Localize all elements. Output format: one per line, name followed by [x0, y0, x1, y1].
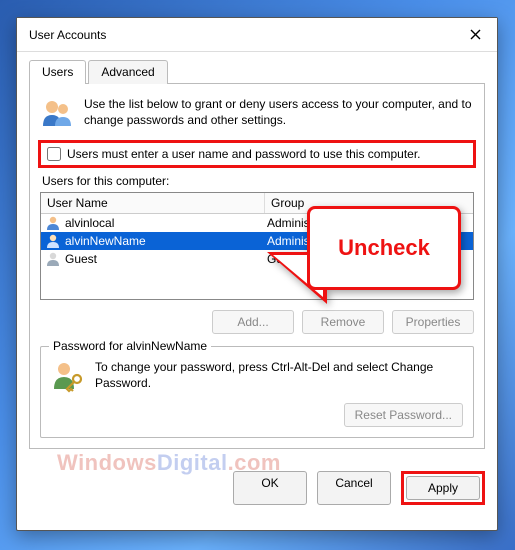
user-name: alvinlocal: [65, 216, 114, 230]
close-icon: [470, 29, 481, 40]
callout-text: Uncheck: [338, 235, 430, 261]
user-name: Guest: [65, 252, 97, 266]
ok-button[interactable]: OK: [233, 471, 307, 505]
users-list-label: Users for this computer:: [42, 174, 474, 188]
cancel-button[interactable]: Cancel: [317, 471, 391, 505]
password-group-legend: Password for alvinNewName: [49, 339, 211, 353]
user-icon: [45, 215, 61, 231]
users-icon: [40, 96, 74, 130]
user-icon: [45, 233, 61, 249]
user-icon: [45, 251, 61, 267]
user-key-icon: [51, 359, 85, 393]
password-groupbox: Password for alvinNewName To change your…: [40, 346, 474, 438]
must-enter-password-row: Users must enter a user name and passwor…: [38, 140, 476, 168]
user-accounts-dialog: User Accounts Users Advanced Use the lis…: [16, 17, 498, 531]
reset-password-button: Reset Password...: [344, 403, 463, 427]
apply-highlight: Apply: [401, 471, 485, 505]
tab-strip: Users Advanced: [29, 60, 485, 84]
column-header-username[interactable]: User Name: [41, 193, 265, 213]
dialog-button-row: OK Cancel Apply: [17, 461, 497, 517]
user-name: alvinNewName: [65, 234, 146, 248]
tab-advanced[interactable]: Advanced: [88, 60, 167, 84]
window-title: User Accounts: [29, 28, 106, 42]
apply-button[interactable]: Apply: [406, 476, 480, 500]
password-help-text: To change your password, press Ctrl-Alt-…: [95, 359, 463, 391]
tab-users[interactable]: Users: [29, 60, 86, 84]
annotation-callout: Uncheck: [267, 206, 461, 316]
intro-text: Use the list below to grant or deny user…: [84, 96, 474, 128]
close-button[interactable]: [453, 18, 497, 52]
must-enter-password-checkbox[interactable]: [47, 147, 61, 161]
must-enter-password-label[interactable]: Users must enter a user name and passwor…: [67, 147, 421, 161]
titlebar: User Accounts: [17, 18, 497, 52]
